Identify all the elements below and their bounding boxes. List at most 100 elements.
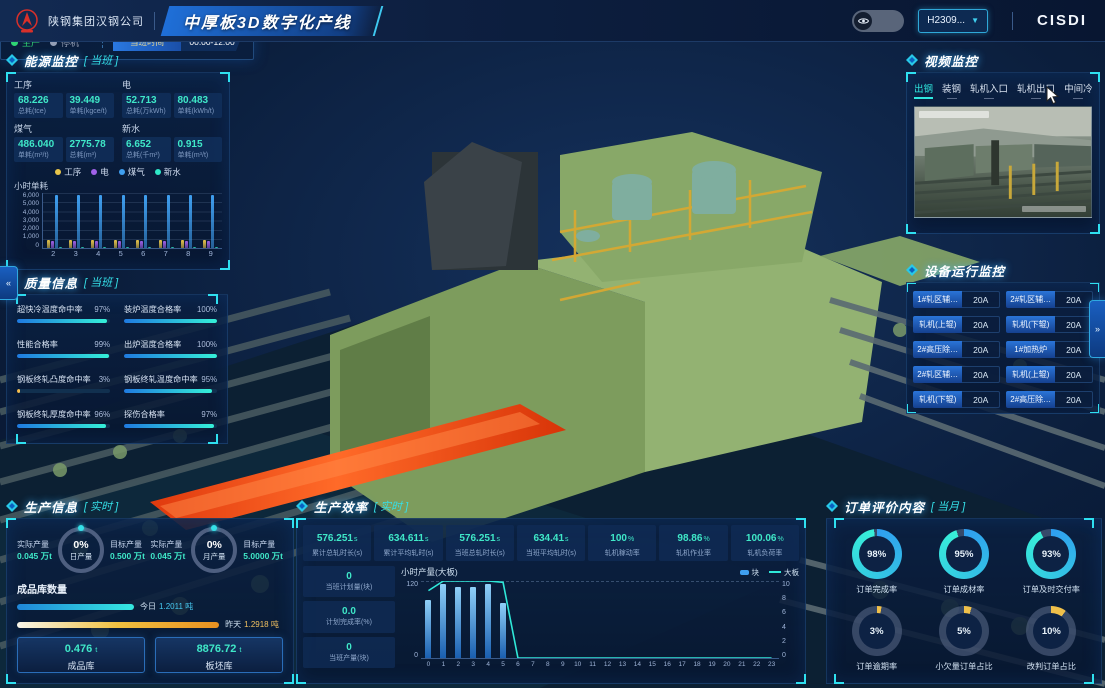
efficiency-panel-tag: [ 实时 ] <box>374 498 408 514</box>
hourly-x-tick: 3 <box>466 661 481 668</box>
inventory-label: 成品库 <box>67 659 94 672</box>
efficiency-side-stat: 0.0计划完成率(%) <box>303 601 395 632</box>
equipment-monitor-panel: 设备运行监控 1#轧区辅…20A2#轧区辅…20A轧机(上辊)20A轧机(下辊)… <box>906 262 1100 414</box>
gauge-side-value: 0.045 万t <box>17 550 52 562</box>
quality-label: 钢板终轧温度命中率 <box>124 373 198 385</box>
efficiency-card-value: 100 <box>610 533 627 544</box>
quality-value: 96% <box>94 410 110 419</box>
efficiency-side-stats: 0当班计划量(块)0.0计划完成率(%)0当班产量(块) <box>303 566 395 668</box>
legend-item: 工序 <box>55 166 81 178</box>
equipment-name-chip[interactable]: 2#高压除… <box>913 341 962 358</box>
quality-item: 超快冷温度命中率97% <box>17 303 110 330</box>
hourly-x-tick: 16 <box>660 661 675 668</box>
efficiency-card-label: 累计平均轧时(s) <box>376 548 440 558</box>
hourly-chart-right-axis: 1086420 <box>779 581 799 659</box>
legend-label: 电 <box>100 166 109 178</box>
video-timestamp-overlay <box>919 111 989 118</box>
donut-ring: 95% <box>939 529 989 579</box>
campaign-select-dropdown[interactable]: H2309... ▼ <box>918 9 988 33</box>
efficiency-card: 98.86%轧机作业率 <box>659 525 727 561</box>
gauge-ring: 0%月产量 <box>191 527 237 573</box>
output-gauges: 实际产量0.045 万t0%日产量目标产量0.500 万t实际产量0.045 万… <box>17 527 283 573</box>
camera-tab-2[interactable]: 装钢 <box>942 81 961 99</box>
efficiency-card-value: 576.251 <box>317 533 353 544</box>
energy-stat-cell: 39.449单耗(kgce/t) <box>66 93 115 118</box>
energy-bar <box>99 195 102 248</box>
orders-panel-title: 订单评价内容 <box>844 497 925 516</box>
right-axis-tick: 8 <box>779 595 799 602</box>
camera-feed-thumbnail[interactable] <box>914 106 1092 218</box>
collapse-left-panels-button[interactable]: « <box>0 266 18 300</box>
equipment-row: 轧机(下辊)20A2#高压除…20A <box>913 391 1093 408</box>
equipment-name-chip[interactable]: 轧机(上辊) <box>1006 366 1055 383</box>
efficiency-card-unit: s <box>565 536 569 543</box>
production-panel-title: 生产信息 <box>24 497 78 516</box>
efficiency-card-unit: s <box>425 536 429 543</box>
equipment-name-chip[interactable]: 2#轧区辅… <box>913 366 962 383</box>
quality-label: 钢板终轧厚度命中率 <box>17 408 91 420</box>
stock-value: 1.2011 吨 <box>159 602 193 611</box>
collapse-right-panels-button[interactable]: » <box>1089 300 1105 358</box>
donut-label: 订单完成率 <box>835 583 918 595</box>
energy-x-tick: 6 <box>141 249 145 258</box>
order-donut: 3%订单逾期率 <box>835 606 918 677</box>
equipment-name-chip[interactable]: 轧机(上辊) <box>913 316 962 333</box>
hourly-output-chart: 小时产量(大板) 块大板 1200 1086420 0123456 <box>401 566 799 668</box>
energy-group: 新水6.652总耗(千m³)0.915单耗(m³/t) <box>122 122 222 162</box>
collapse-right-icon: » <box>1095 324 1100 334</box>
energy-bar <box>95 241 98 248</box>
quality-bar-track <box>124 389 217 393</box>
energy-bar <box>148 247 151 248</box>
panel-diamond-icon <box>6 500 18 512</box>
gauge-side-label: 目标产量 <box>110 539 145 550</box>
company-name: 陕钢集团汉钢公司 <box>48 13 144 29</box>
stock-bar <box>17 622 219 628</box>
equipment-name-chip[interactable]: 2#高压除… <box>1006 391 1055 408</box>
quality-label: 性能合格率 <box>17 338 58 350</box>
stock-bars: 今日1.2011 吨昨天1.2918 吨 <box>17 601 283 630</box>
energy-y-tick: 3,000 <box>14 218 42 225</box>
gauge-side-label: 实际产量 <box>17 539 52 550</box>
camera-tab-4[interactable]: 轧机出口 <box>1017 81 1055 99</box>
visibility-toggle[interactable] <box>852 10 904 32</box>
equipment-rows[interactable]: 1#轧区辅…20A2#轧区辅…20A轧机(上辊)20A轧机(下辊)20A2#高压… <box>913 291 1093 408</box>
equipment-name-chip[interactable]: 1#轧区辅… <box>913 291 962 308</box>
order-donut: 95%订单成材率 <box>922 529 1005 600</box>
inventory-box[interactable]: 8876.72t板坯库 <box>155 637 283 673</box>
equipment-name-chip[interactable]: 2#轧区辅… <box>1006 291 1055 308</box>
inventory-box[interactable]: 0.476t成品库 <box>17 637 145 673</box>
equipment-current-value: 20A <box>962 291 1000 308</box>
equipment-row: 1#轧区辅…20A2#轧区辅…20A <box>913 291 1093 308</box>
energy-stat-label: 总耗(万kWh) <box>126 106 167 116</box>
equipment-current-value: 20A <box>962 366 1000 383</box>
quality-label-row: 装炉温度合格率100% <box>124 303 217 315</box>
left-axis-tick: 0 <box>401 652 421 659</box>
hourly-x-tick: 14 <box>630 661 645 668</box>
energy-stat-value: 80.483 <box>178 95 219 106</box>
equipment-name-chip[interactable]: 轧机(下辊) <box>913 391 962 408</box>
equipment-name-chip[interactable]: 1#加热炉 <box>1006 341 1055 358</box>
energy-stat-value: 486.040 <box>18 139 59 150</box>
efficiency-card-label: 当班平均轧时(s) <box>519 548 583 558</box>
gauge-percent: 0% <box>203 539 226 551</box>
order-donut: 98%订单完成率 <box>835 529 918 600</box>
quality-item: 钢板终轧凸度命中率3% <box>17 373 110 400</box>
hourly-legend-label: 块 <box>752 567 760 578</box>
legend-dot-icon <box>91 169 97 175</box>
donut-percent: 10% <box>1042 626 1061 637</box>
quality-bar-track <box>17 424 110 428</box>
camera-tab-3[interactable]: 轧机入口 <box>970 81 1008 99</box>
energy-stat-cell: 80.483单耗(kWh/t) <box>174 93 223 118</box>
gauge-name: 日产量 <box>70 551 93 562</box>
energy-bar-group <box>91 193 106 248</box>
equipment-current-value: 20A <box>1055 391 1093 408</box>
camera-tab-5[interactable]: 中间冷 <box>1064 81 1092 99</box>
efficiency-card-value: 98.86 <box>677 533 702 544</box>
energy-bar <box>55 195 58 248</box>
equipment-name-chip[interactable]: 轧机(下辊) <box>1006 316 1055 333</box>
efficiency-panel: 生产效率 [ 实时 ] 576.251s累计总轧时长(s)634.611s累计平… <box>296 498 806 684</box>
hourly-legend-item: 大板 <box>769 567 799 578</box>
energy-group-cells: 6.652总耗(千m³)0.915单耗(m³/t) <box>122 137 222 162</box>
camera-tab-1[interactable]: 出钢 <box>914 81 933 99</box>
hourly-x-tick: 1 <box>436 661 451 668</box>
